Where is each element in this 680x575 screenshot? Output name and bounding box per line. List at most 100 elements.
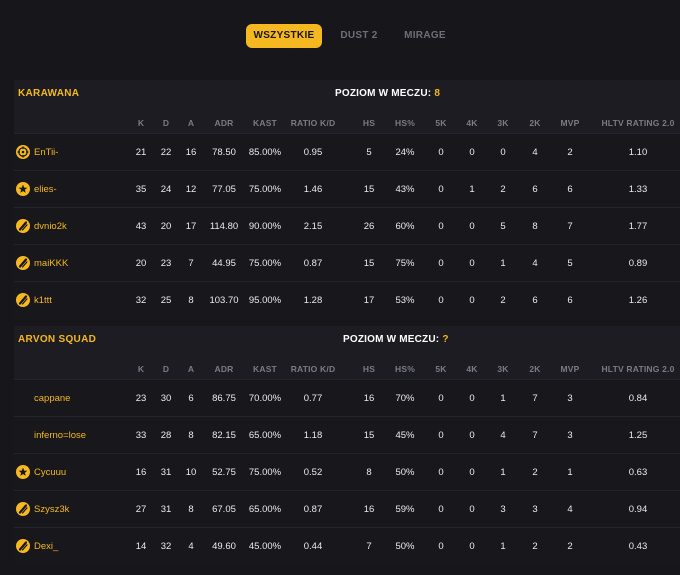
stat-cell: 43% [395, 184, 415, 195]
stat-cell: 0 [438, 467, 444, 478]
stat-cell: 8 [366, 467, 372, 478]
column-headers: K D A ADR KAST RATIO K/D HS HS% 5K 4K 3K 2K MVP HLTV … [14, 360, 680, 378]
column-header[interactable]: HS% [388, 114, 422, 132]
column-header[interactable]: A [180, 114, 202, 132]
player-row[interactable]: dvnio2k 43 20 17 114.80 90.00% 2.15 26 60% 0 0 5 8 7 1… [14, 207, 680, 245]
player-row[interactable]: Szysz3k 27 31 8 67.05 65.00% 0.87 16 59% 0 0 3 3 4 0.9… [14, 490, 680, 528]
stat-cell: 1.33 [628, 184, 648, 195]
column-header[interactable]: K [130, 360, 152, 378]
column-header[interactable]: HS% [388, 360, 422, 378]
stat-cell: 1.18 [303, 430, 323, 441]
column-header[interactable]: ADR [203, 114, 245, 132]
stat-cell: 0 [438, 541, 444, 552]
stat-cell: 0 [438, 430, 444, 441]
column-header[interactable]: 4K [461, 114, 483, 132]
player-row[interactable]: Cycuuu 16 31 10 52.75 75.00% 0.52 8 50% 0 0 1 2 1 0.63 [14, 453, 680, 491]
stat-cell: 20 [160, 221, 172, 232]
stat-cell: 7 [567, 221, 573, 232]
column-header[interactable]: 2K [524, 360, 546, 378]
column-header[interactable]: 5K [430, 360, 452, 378]
stat-cell: 7 [366, 541, 372, 552]
stat-cell: 31 [160, 467, 172, 478]
column-header[interactable]: D [155, 360, 177, 378]
tab-dust2[interactable]: DUST 2 [330, 24, 388, 48]
stat-cell: 0.87 [303, 504, 323, 515]
stat-cell: 2 [532, 541, 538, 552]
column-header[interactable]: HLTV RATING 2.0 [596, 360, 680, 378]
player-row[interactable]: inferno=lose 33 28 8 82.15 65.00% 1.18 15 45% 0 0 4… [14, 416, 680, 454]
column-header[interactable]: 3K [492, 114, 514, 132]
column-header[interactable]: A [180, 360, 202, 378]
stat-cell: 0 [469, 147, 475, 158]
column-header[interactable]: HS [357, 360, 381, 378]
tab-all[interactable]: WSZYSTKIE [246, 24, 322, 48]
match-level: POZIOM W MECZU: ? [343, 334, 449, 345]
stat-cell: 4 [532, 147, 538, 158]
stat-cell: 28 [160, 430, 172, 441]
stat-cell: 4 [188, 541, 194, 552]
stat-cell: 0 [438, 184, 444, 195]
column-header[interactable]: K [130, 114, 152, 132]
column-header[interactable]: KAST [243, 114, 287, 132]
player-row[interactable]: k1ttt 32 25 8 103.70 95.00% 1.28 17 53% 0 0 2 6 6 1.26 [14, 281, 680, 319]
player-row[interactable]: maiKKK 20 23 7 44.95 75.00% 0.87 15 75% 0 0 1 4 5 0.89 [14, 244, 680, 282]
stat-cell: 0.94 [628, 504, 648, 515]
column-header[interactable]: MVP [556, 360, 584, 378]
crosshair-icon [16, 145, 30, 159]
stat-cell: 45.00% [248, 541, 282, 552]
column-header[interactable]: KAST [243, 360, 287, 378]
column-header[interactable]: MVP [556, 114, 584, 132]
player-row[interactable]: EnTii- 21 22 16 78.50 85.00% 0.95 5 24% 0 0 0 4 2 1.10 [14, 133, 680, 171]
player-name[interactable]: inferno=lose [34, 417, 86, 454]
player-name[interactable]: EnTii- [34, 134, 58, 171]
stat-cell: 24 [160, 184, 172, 195]
tab-mirage[interactable]: MIRAGE [396, 24, 454, 48]
column-header[interactable]: RATIO K/D [285, 360, 341, 378]
stat-cell: 8 [188, 504, 194, 515]
stat-cell: 14 [135, 541, 147, 552]
slash-icon [16, 219, 30, 233]
stat-cell: 0 [438, 295, 444, 306]
star-icon [16, 465, 30, 479]
stat-cell: 2 [500, 184, 506, 195]
match-level: POZIOM W MECZU: 8 [335, 88, 440, 99]
column-header[interactable]: ADR [203, 360, 245, 378]
column-header[interactable]: D [155, 114, 177, 132]
stat-cell: 15 [363, 258, 375, 269]
column-header[interactable]: 5K [430, 114, 452, 132]
player-name[interactable]: dvnio2k [34, 208, 67, 245]
stat-cell: 0 [469, 393, 475, 404]
stat-cell: 45% [395, 430, 415, 441]
stat-cell: 0 [469, 504, 475, 515]
column-header[interactable]: 3K [492, 360, 514, 378]
stat-cell: 5 [366, 147, 372, 158]
player-name[interactable]: Szysz3k [34, 491, 69, 528]
stat-cell: 0 [438, 393, 444, 404]
stat-cell: 3 [500, 504, 506, 515]
player-row[interactable]: Dexi_ 14 32 4 49.60 45.00% 0.44 7 50% 0 0 1 2 2 0.43 [14, 527, 680, 565]
stat-cell: 10 [185, 467, 197, 478]
player-row[interactable]: elies- 35 24 12 77.05 75.00% 1.46 15 43% 0 1 2 6 6 1.3… [14, 170, 680, 208]
column-header[interactable]: RATIO K/D [285, 114, 341, 132]
stat-cell: 32 [135, 295, 147, 306]
stat-cell: 60% [395, 221, 415, 232]
match-level-value: ? [442, 334, 449, 345]
player-name[interactable]: cappane [34, 380, 70, 417]
column-header[interactable]: 2K [524, 114, 546, 132]
stat-cell: 0.52 [303, 467, 323, 478]
column-header[interactable]: HS [357, 114, 381, 132]
player-name[interactable]: maiKKK [34, 245, 68, 282]
player-name[interactable]: Cycuuu [34, 454, 66, 491]
stat-cell: 20 [135, 258, 147, 269]
column-header[interactable]: 4K [461, 360, 483, 378]
player-name[interactable]: Dexi_ [34, 528, 58, 565]
stat-cell: 59% [395, 504, 415, 515]
column-header[interactable]: HLTV RATING 2.0 [596, 114, 680, 132]
stat-cell: 0 [469, 295, 475, 306]
stat-cell: 8 [188, 430, 194, 441]
stat-cell: 7 [188, 258, 194, 269]
player-row[interactable]: cappane 23 30 6 86.75 70.00% 0.77 16 70% 0 0 1 7 3 0.8… [14, 379, 680, 417]
stat-cell: 16 [363, 393, 375, 404]
player-name[interactable]: elies- [34, 171, 57, 208]
player-name[interactable]: k1ttt [34, 282, 52, 319]
